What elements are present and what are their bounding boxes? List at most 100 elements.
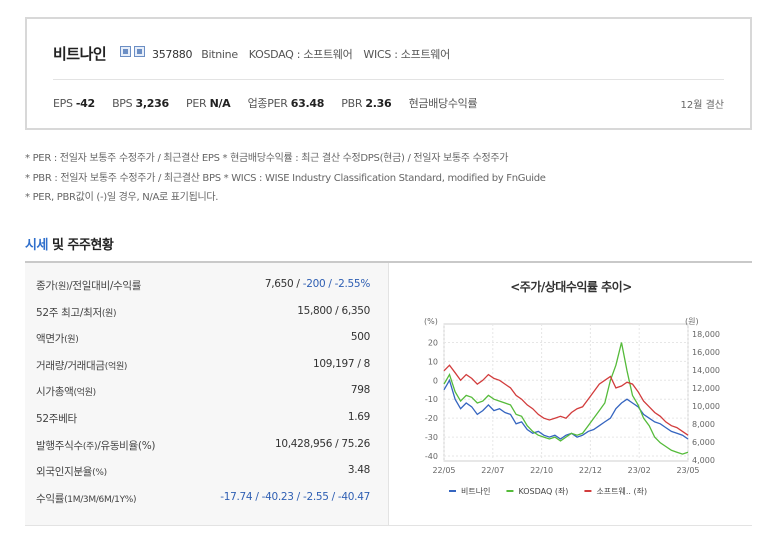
table-row: 52주 최고/최저(원) 15,800 / 6,350 [25,300,388,326]
footnotes: * PER : 전일자 보통주 수정주가 / 최근결산 EPS * 현금배당수익… [25,149,546,208]
metric-value: 63.48 [290,97,325,110]
row-label-unit: (원) [54,282,70,292]
right-tick-label: 12,000 [692,384,720,393]
row-label-text: 52주 최고/최저 [36,307,102,319]
row-value: -17.74 / -40.23 / -2.55 / -40.47 [220,491,370,503]
row-label-unit: (억원) [104,362,128,372]
x-tick-label: 22/07 [481,466,504,475]
row-label: 52주베타 [36,411,77,426]
row-value: 109,197 / 8 [312,358,370,370]
left-tick-label: -40 [425,452,438,461]
company-summary-box: 비트나인 357880 Bitnine KOSDAQ : 소프트웨어 WICS : 소… [25,17,752,130]
price-table: 종가(원)/전일대비/수익률 7,650 / -200 / -2.55% 52주… [25,263,388,526]
row-value: 3.48 [347,464,370,476]
section-title-highlight: 시세 [25,238,48,253]
left-axis-label: (%) [424,317,438,326]
section-title: 시세 및 주주현황 [25,234,114,253]
row-value: 7,650 / -200 / -2.55% [265,278,370,290]
metric-value: 2.36 [365,97,392,110]
metric-label: 업종PER [247,97,288,110]
legend-label: KOSDAQ (좌) [518,487,568,496]
right-tick-label: 16,000 [692,348,720,357]
table-row: 시가총액(억원) 798 [25,379,388,405]
metric-value: -42 [75,97,95,110]
home-icon[interactable] [120,46,131,57]
row-label-text: 액면가 [36,333,65,345]
footnote: * PER, PBR값이 (-)일 경우, N/A로 표기됩니다. [25,192,219,203]
row-value: 10,428,956 / 75.26 [275,438,370,450]
right-tick-label: 18,000 [692,330,720,339]
left-tick-label: 20 [428,338,438,347]
footnote: * PBR : 전일자 보통주 수정주가 / 최근결산 BPS * WICS :… [25,172,546,184]
left-tick-label: -10 [425,395,438,404]
row-label-text: 52주베타 [36,413,77,425]
row-label-text2: /유동비율(%) [97,440,156,452]
x-tick-label: 23/02 [628,466,651,475]
metric-dividend-yield: 현금배당수익률 [409,97,478,110]
plot-frame [443,323,689,462]
row-label: 종가(원)/전일대비/수익률 [36,278,141,293]
row-value: 1.69 [347,411,370,423]
right-axis-label: (원) [685,317,699,326]
row-label: 수익률(1M/3M/6M/1Y%) [36,491,137,506]
stock-code: 357880 [152,48,193,61]
metric-label: PBR [341,97,363,110]
row-label: 발행주식수(주)/유동비율(%) [36,438,155,453]
table-row: 외국인지분율(%) 3.48 [25,459,388,485]
row-value: 798 [350,384,370,396]
table-row: 수익률(1M/3M/6M/1Y%) -17.74 / -40.23 / -2.5… [25,486,388,512]
x-tick-label: 22/10 [530,466,553,475]
row-label: 거래량/거래대금(억원) [36,358,127,373]
row-label: 52주 최고/최저(원) [36,305,117,320]
left-tick-label: 0 [433,376,438,385]
x-tick-label: 22/12 [579,466,602,475]
metrics-row: EPS -42 BPS 3,236 PER N/A 업종PER 63.48 PB… [53,95,491,111]
right-tick-label: 8,000 [692,420,715,429]
row-value-text: 7,650 / [264,278,303,290]
row-value-returns: -17.74 / -40.23 / -2.55 / -40.47 [220,491,370,503]
company-eng-name: Bitnine [201,48,238,61]
row-label-unit: (원) [64,335,79,345]
company-name: 비트나인 [53,45,107,63]
footnote: * PER : 전일자 보통주 수정주가 / 최근결산 EPS * 현금배당수익… [25,153,509,164]
series-line [443,364,689,436]
chart-panel: <주가/상대수익률 추이> 20 10 0 -10 -20 -30 -40 18,000 16,… [388,263,752,526]
price-chart: 20 10 0 -10 -20 -30 -40 18,000 16,000 14,000 12,00… [424,317,720,496]
table-row: 발행주식수(주)/유동비율(%) 10,428,956 / 75.26 [25,433,388,459]
right-tick-label: 10,000 [692,402,720,411]
row-value: 15,800 / 6,350 [297,305,370,317]
row-value: 500 [350,331,370,343]
metric-label: EPS [53,97,73,110]
metric-value: 3,236 [135,97,170,110]
table-row: 액면가(원) 500 [25,326,388,352]
row-label: 외국인지분율(%) [36,464,107,479]
row-label-text2: /전일대비/수익률 [69,280,142,292]
left-tick-label: -30 [425,433,438,442]
left-tick-label: 10 [428,357,438,366]
row-label: 액면가(원) [36,331,79,346]
x-tick-label: 22/05 [432,466,455,475]
metric-eps: EPS -42 [53,97,95,110]
row-label-text: 시가총액 [36,386,74,398]
table-row: 거래량/거래대금(억원) 109,197 / 8 [25,353,388,379]
market-info: KOSDAQ : 소프트웨어 [248,48,353,61]
row-label-unit: (주) [82,442,98,452]
wics-info: WICS : 소프트웨어 [363,48,450,61]
row-label-text: 수익률 [36,493,65,505]
section-title-rest: 및 주주현황 [47,238,114,253]
table-row: 종가(원)/전일대비/수익률 7,650 / -200 / -2.55% [25,273,388,299]
ir-icon[interactable] [134,46,145,57]
left-tick-label: -20 [425,414,438,423]
metric-label: 현금배당수익률 [408,97,478,110]
metric-industry-per: 업종PER 63.48 [247,97,325,110]
metric-label: BPS [112,97,133,110]
row-label-unit: (억원) [73,388,96,398]
metric-value: N/A [209,97,231,110]
row-label-unit: (원) [101,309,117,319]
row-label-text: 발행주식수 [36,440,83,452]
metric-pbr: PBR 2.36 [341,97,391,110]
summary-divider [53,79,724,80]
metric-label: PER [186,97,207,110]
right-tick-label: 14,000 [692,366,720,375]
row-label-text: 종가 [36,280,55,292]
